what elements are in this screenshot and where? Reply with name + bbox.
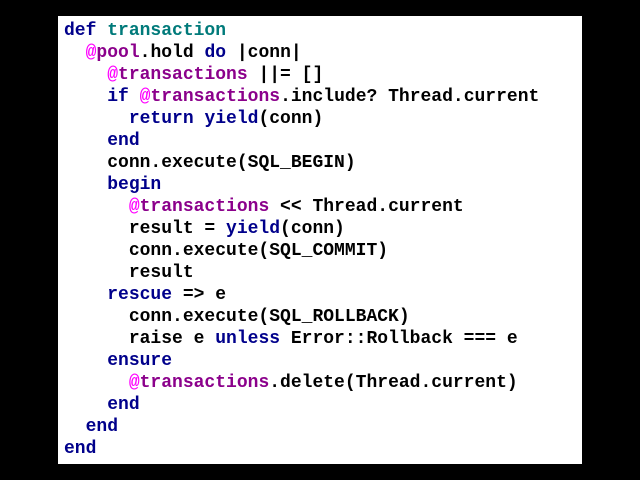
code-line: result (64, 262, 539, 284)
code-line: conn.execute(SQL_ROLLBACK) (64, 306, 539, 328)
code-panel: def transaction @pool.hold do |conn| @tr… (58, 16, 582, 464)
code-token-plain: conn.execute(SQL_COMMIT) (128, 241, 389, 261)
code-token-keyword: end (85, 417, 119, 437)
code-line: end (64, 438, 539, 460)
code-line: @transactions.delete(Thread.current) (64, 372, 539, 394)
code-token-ivar-at: @ (128, 197, 140, 217)
code-token-plain: ||= [] (247, 65, 324, 85)
code-line: end (64, 394, 539, 416)
code-token-plain: .delete(Thread.current) (269, 373, 518, 393)
code-token-plain: conn.execute(SQL_ROLLBACK) (128, 307, 410, 327)
code-line: end (64, 130, 539, 152)
code-token-ivar-at: @ (85, 43, 97, 63)
code-line: def transaction (64, 20, 539, 42)
code-token-ivar-name: transactions (139, 197, 270, 217)
code-token-keyword: yield (204, 109, 259, 129)
code-line: if @transactions.include? Thread.current (64, 86, 539, 108)
code-token-ivar-at: @ (107, 65, 119, 85)
code-line: conn.execute(SQL_BEGIN) (64, 152, 539, 174)
code-token-plain: .include? Thread.current (280, 87, 540, 107)
code-token-plain: conn.execute(SQL_BEGIN) (107, 153, 356, 173)
code-token-plain: Error::Rollback === e (280, 329, 518, 349)
code-token-plain: result = (128, 219, 227, 239)
code-token-plain: (conn) (280, 219, 345, 239)
code-token-plain: (conn) (258, 109, 324, 129)
code-token-keyword: end (64, 439, 97, 459)
code-token-keyword: yield (226, 219, 281, 239)
code-token-keyword: def (64, 21, 97, 41)
code-token-keyword: end (107, 131, 140, 151)
code-token-plain: |conn| (226, 43, 302, 63)
slide-background: def transaction @pool.hold do |conn| @tr… (0, 0, 640, 480)
code-line: ensure (64, 350, 539, 372)
code-token-keyword: unless (215, 329, 281, 349)
code-line: @transactions ||= [] (64, 64, 539, 86)
code-block: def transaction @pool.hold do |conn| @tr… (64, 20, 539, 460)
code-token-keyword: rescue (107, 285, 173, 305)
code-line: raise e unless Error::Rollback === e (64, 328, 539, 350)
code-token-keyword: if (107, 87, 129, 107)
code-line: @pool.hold do |conn| (64, 42, 539, 64)
code-token-plain: result (128, 263, 194, 283)
code-token-keyword: return (128, 109, 194, 129)
code-token-plain: raise e (128, 329, 216, 349)
code-token-keyword: end (107, 395, 140, 415)
code-line: rescue => e (64, 284, 539, 306)
code-line: end (64, 416, 539, 438)
code-line: return yield(conn) (64, 108, 539, 130)
code-token-plain: << Thread.current (269, 197, 464, 217)
code-token-plain: => e (172, 285, 227, 305)
code-token-ivar-name: transactions (118, 65, 248, 85)
code-token-ivar-name: pool (96, 43, 140, 63)
code-token-plain: .hold (139, 43, 205, 63)
code-token-ivar-at: @ (128, 373, 140, 393)
code-token-keyword: do (204, 43, 227, 63)
code-line: conn.execute(SQL_COMMIT) (64, 240, 539, 262)
code-line: @transactions << Thread.current (64, 196, 539, 218)
code-token-ivar-name: transactions (150, 87, 281, 107)
code-line: begin (64, 174, 539, 196)
code-line: result = yield(conn) (64, 218, 539, 240)
code-token-ivar-name: transactions (139, 373, 270, 393)
code-token-keyword: ensure (107, 351, 173, 371)
code-token-ivar-at: @ (139, 87, 151, 107)
code-token-method-name: transaction (107, 21, 227, 41)
code-token-keyword: begin (107, 175, 162, 195)
